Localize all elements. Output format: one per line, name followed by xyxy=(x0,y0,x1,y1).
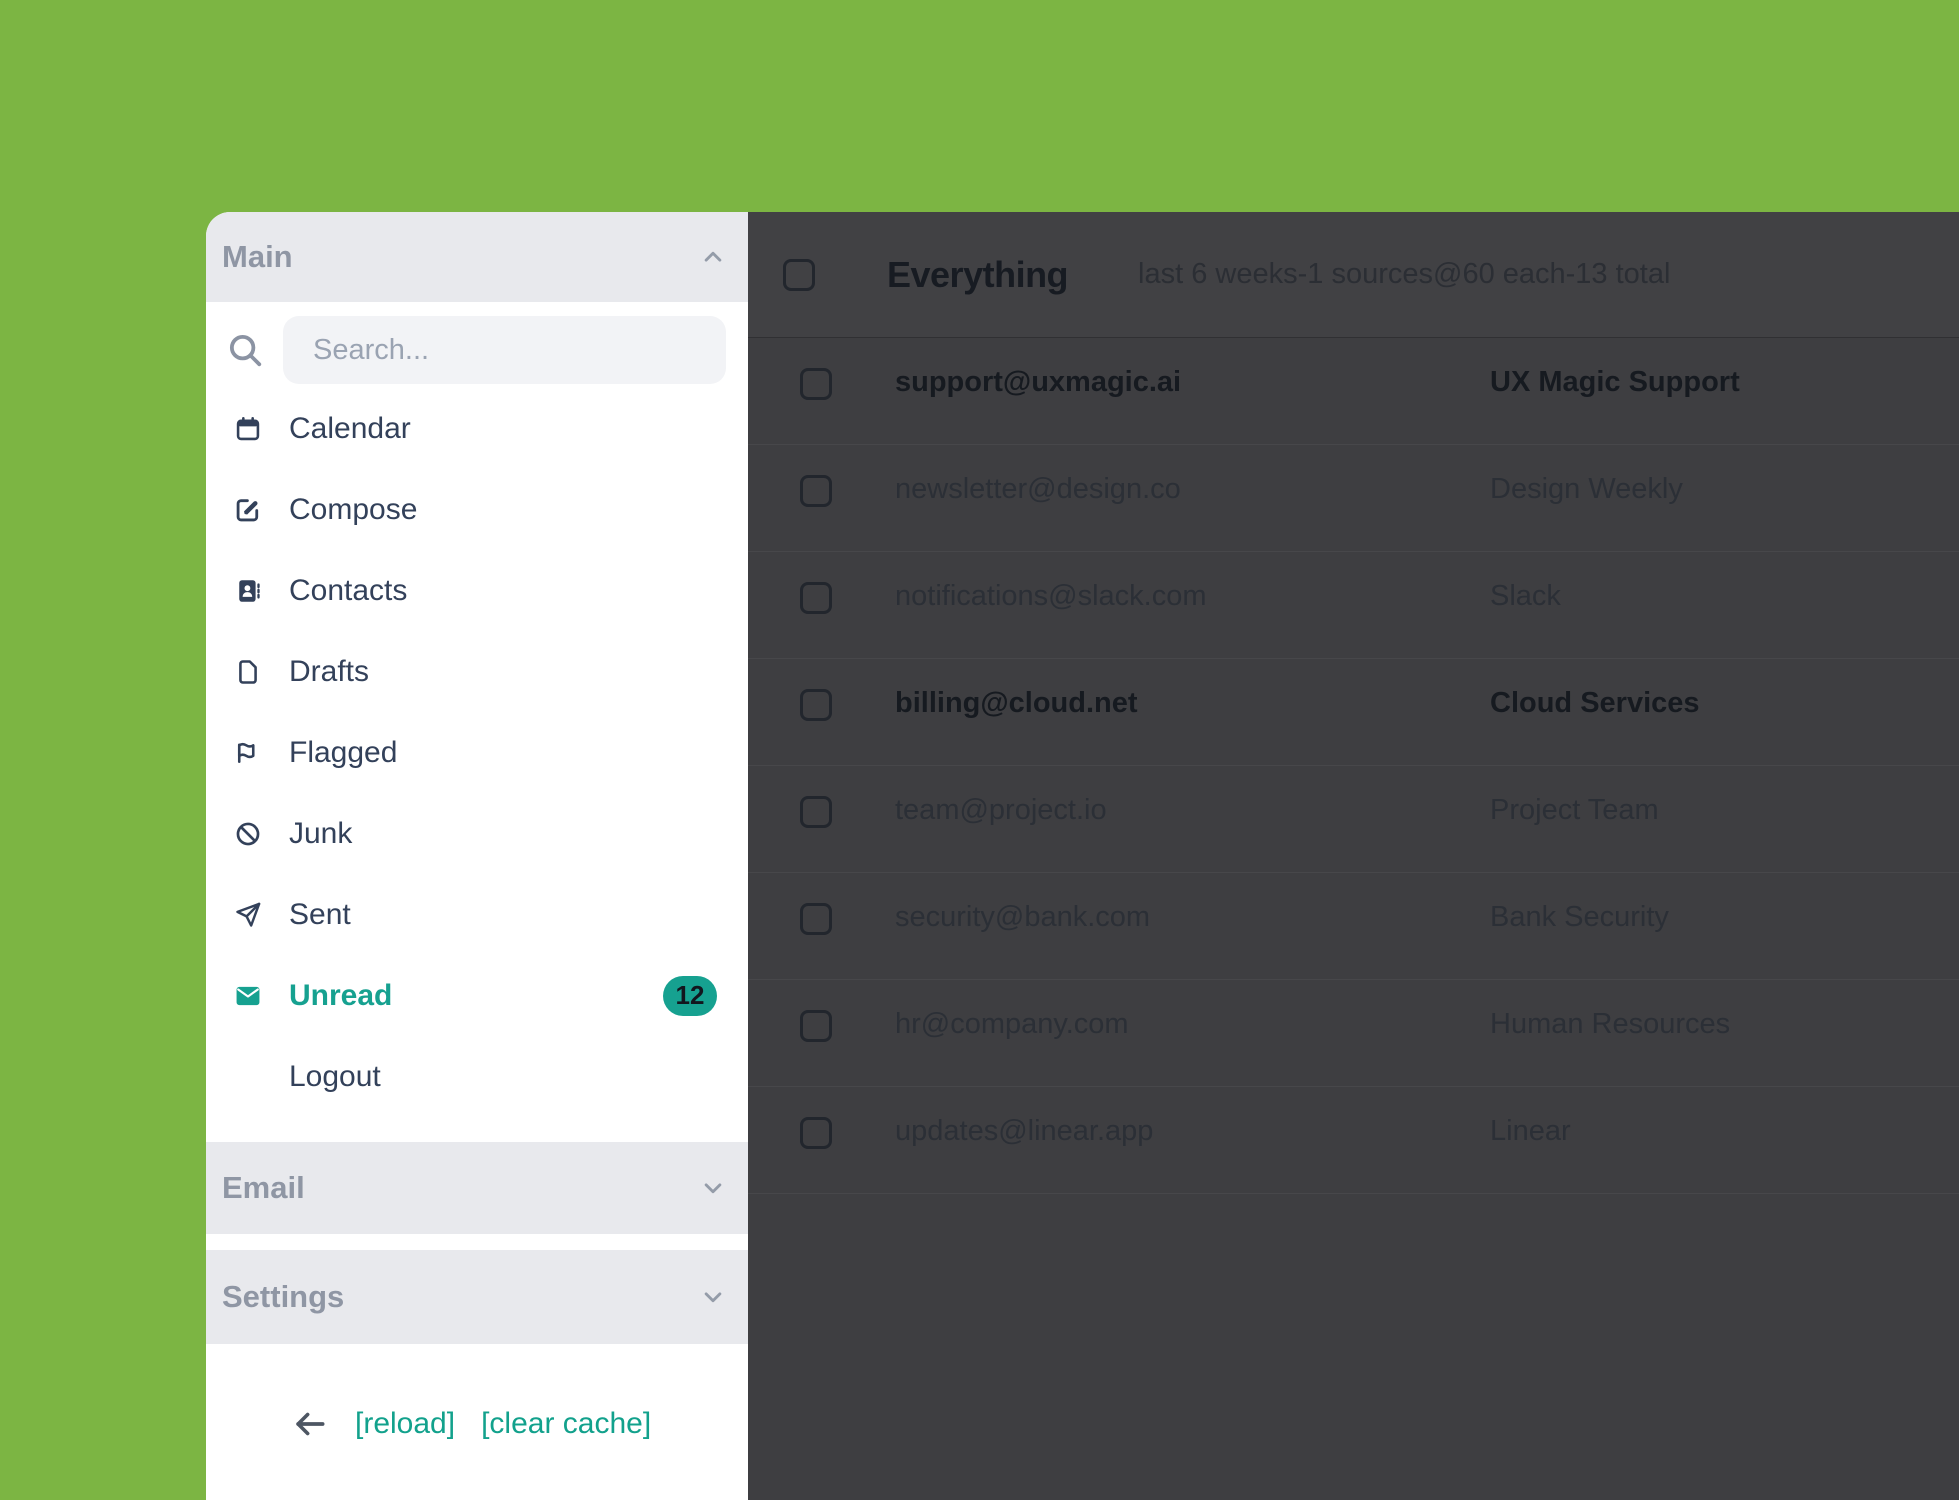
sidebar-item-flagged[interactable]: Flagged xyxy=(206,712,748,793)
clear-cache-link[interactable]: [clear cache] xyxy=(481,1407,651,1441)
sidebar-item-junk[interactable]: Junk xyxy=(206,793,748,874)
sidebar-item-label: Compose xyxy=(289,492,418,526)
sidebar-item-label: Flagged xyxy=(289,735,398,769)
compose-icon xyxy=(228,496,268,524)
section-settings-label: Settings xyxy=(222,1279,345,1314)
sidebar-item-drafts[interactable]: Drafts xyxy=(206,631,748,712)
sender-name: Project Team xyxy=(1490,794,1659,826)
email-row[interactable]: hr@company.com Human Resources xyxy=(748,980,1959,1087)
email-row[interactable]: billing@cloud.net Cloud Services xyxy=(748,659,1959,766)
email-address: newsletter@design.co xyxy=(895,473,1181,505)
mail-panel: Everything last 6 weeks-1 sources@60 eac… xyxy=(748,212,1959,1500)
sidebar-item-unread[interactable]: Unread 12 xyxy=(206,955,748,1036)
email-address: hr@company.com xyxy=(895,1008,1129,1040)
unread-count-badge: 12 xyxy=(663,975,717,1016)
app-background: Main Calendar Compose xyxy=(0,0,1959,1500)
search-row xyxy=(206,316,726,384)
envelope-icon xyxy=(228,982,268,1010)
flag-icon xyxy=(228,739,268,767)
row-checkbox[interactable] xyxy=(800,368,832,400)
reload-link[interactable]: [reload] xyxy=(355,1407,455,1441)
ban-icon xyxy=(228,820,268,848)
email-address: security@bank.com xyxy=(895,901,1151,933)
panel-title: Everything xyxy=(887,253,1069,295)
email-address: notifications@slack.com xyxy=(895,580,1207,612)
row-checkbox[interactable] xyxy=(800,1117,832,1149)
contacts-icon xyxy=(228,577,268,605)
section-header-main[interactable]: Main xyxy=(206,212,748,302)
panel-subtitle: last 6 weeks-1 sources@60 each-13 total xyxy=(1138,258,1671,290)
email-row[interactable]: team@project.io Project Team xyxy=(748,766,1959,873)
section-main-label: Main xyxy=(222,239,293,274)
email-address: support@uxmagic.ai xyxy=(895,366,1182,398)
sidebar-item-logout[interactable]: Logout xyxy=(206,1036,748,1117)
sidebar-footer: [reload] [clear cache] xyxy=(206,1394,748,1454)
sender-name: Linear xyxy=(1490,1115,1571,1147)
paper-plane-icon xyxy=(228,901,268,929)
email-row[interactable]: security@bank.com Bank Security xyxy=(748,873,1959,980)
email-list: support@uxmagic.ai UX Magic Support news… xyxy=(748,338,1959,1194)
sidebar-item-label: Sent xyxy=(289,897,351,931)
mail-list-header: Everything last 6 weeks-1 sources@60 eac… xyxy=(748,212,1959,338)
sender-name: Slack xyxy=(1490,580,1561,612)
search-input[interactable] xyxy=(283,316,726,384)
email-row[interactable]: support@uxmagic.ai UX Magic Support xyxy=(748,338,1959,445)
row-checkbox[interactable] xyxy=(800,475,832,507)
email-address: updates@linear.app xyxy=(895,1115,1154,1147)
sidebar-item-contacts[interactable]: Contacts xyxy=(206,550,748,631)
section-email-label: Email xyxy=(222,1170,305,1205)
sender-name: Human Resources xyxy=(1490,1008,1731,1040)
row-checkbox[interactable] xyxy=(800,1010,832,1042)
sidebar-nav: Calendar Compose Contacts Drafts Flagged… xyxy=(206,388,748,1117)
sidebar-item-label: Unread xyxy=(289,978,393,1012)
chevron-down-icon xyxy=(704,1292,722,1303)
sidebar-item-label: Drafts xyxy=(289,654,370,688)
chevron-up-icon xyxy=(704,251,722,262)
row-checkbox[interactable] xyxy=(800,689,832,721)
sender-name: Cloud Services xyxy=(1490,687,1700,719)
calendar-icon xyxy=(228,415,268,443)
section-header-settings[interactable]: Settings xyxy=(206,1250,748,1344)
email-row[interactable]: newsletter@design.co Design Weekly xyxy=(748,445,1959,552)
email-row[interactable]: notifications@slack.com Slack xyxy=(748,552,1959,659)
sidebar: Main Calendar Compose xyxy=(206,212,748,1500)
row-checkbox[interactable] xyxy=(800,796,832,828)
row-checkbox[interactable] xyxy=(800,903,832,935)
section-header-email[interactable]: Email xyxy=(206,1142,748,1234)
sender-name: UX Magic Support xyxy=(1490,366,1740,398)
sidebar-item-label: Calendar xyxy=(289,411,411,445)
chevron-down-icon xyxy=(704,1183,722,1194)
row-checkbox[interactable] xyxy=(800,582,832,614)
sidebar-item-sent[interactable]: Sent xyxy=(206,874,748,955)
email-address: team@project.io xyxy=(895,794,1107,826)
sidebar-item-label: Logout xyxy=(289,1059,381,1093)
back-button[interactable] xyxy=(291,1405,329,1443)
arrow-left-icon xyxy=(296,1412,325,1436)
sidebar-item-label: Junk xyxy=(289,816,353,850)
sender-name: Bank Security xyxy=(1490,901,1669,933)
sidebar-item-calendar[interactable]: Calendar xyxy=(206,388,748,469)
email-row[interactable]: updates@linear.app Linear xyxy=(748,1087,1959,1194)
search-icon xyxy=(206,331,283,369)
sender-name: Design Weekly xyxy=(1490,473,1683,505)
select-all-checkbox[interactable] xyxy=(783,258,815,291)
logout-icon-spacer xyxy=(228,1063,268,1091)
sidebar-item-label: Contacts xyxy=(289,573,408,607)
document-icon xyxy=(228,658,268,686)
email-address: billing@cloud.net xyxy=(895,687,1138,719)
sidebar-item-compose[interactable]: Compose xyxy=(206,469,748,550)
